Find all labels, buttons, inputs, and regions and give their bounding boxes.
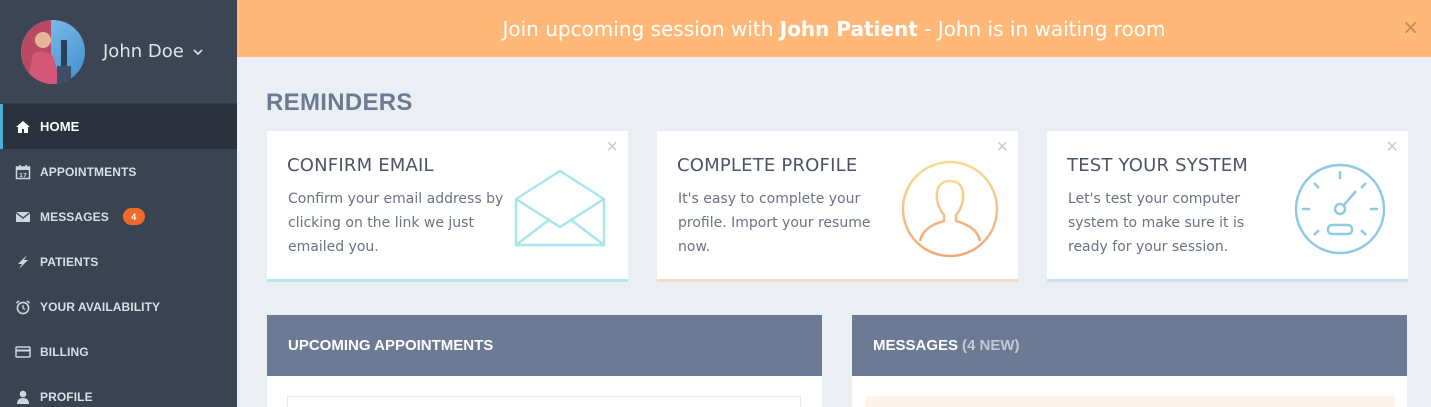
sidebar-item-patients[interactable]: PATIENTS [0,239,237,284]
upcoming-appointments-title: UPCOMING APPOINTMENTS [288,337,494,354]
user-menu[interactable]: John Doe [103,41,204,62]
close-icon[interactable]: × [1386,136,1398,159]
reminder-card-text: Confirm your email address by clicking o… [288,191,504,255]
home-icon [14,118,31,135]
user-name: John Doe [103,41,184,62]
svg-text:17: 17 [19,172,27,178]
sidebar-item-your-availability[interactable]: YOUR AVAILABILITY [0,284,237,329]
reminder-card-test-system[interactable]: TEST YOUR SYSTEM Let's test your compute… [1047,131,1408,282]
reminder-card-title: CONFIRM EMAIL [287,155,434,176]
sidebar: John Doe HOME 17 APPOINTMENTS MESSAGES 4 [0,0,237,407]
reminder-card-text: It's easy to complete your profile. Impo… [678,191,871,255]
main-content: REMINDERS CONFIRM EMAIL Confirm your ema… [237,57,1431,407]
sidebar-item-billing[interactable]: BILLING [0,329,237,374]
envelope-icon [14,208,31,225]
envelope-outline-icon [514,169,606,247]
calendar-icon: 17 [14,163,31,180]
close-icon[interactable]: × [996,136,1008,159]
speedometer-icon [1294,163,1386,255]
banner-prefix: Join upcoming session with [502,16,780,41]
messages-panel: MESSAGES (4 NEW) [852,315,1407,407]
lightning-icon [14,253,31,270]
chevron-down-icon [193,48,203,55]
close-icon[interactable]: × [606,136,618,159]
new-messages-count: (4 NEW) [962,337,1020,354]
sidebar-item-profile[interactable]: PROFILE [0,374,237,407]
sidebar-nav: HOME 17 APPOINTMENTS MESSAGES 4 PATIENTS [0,104,237,407]
banner-suffix: - John is in waiting room [917,16,1166,41]
message-list-item[interactable] [866,396,1395,407]
credit-card-icon [14,343,31,360]
person-circle-icon [901,160,999,258]
user-profile[interactable]: John Doe [0,0,237,104]
sidebar-item-label: APPOINTMENTS [40,164,137,179]
panel-body [267,376,822,407]
reminder-card-title: TEST YOUR SYSTEM [1067,155,1249,176]
banner-message: Join upcoming session with John Patient … [502,17,1165,41]
reminders-title: REMINDERS [266,89,413,116]
sidebar-item-label: MESSAGES [40,209,109,224]
sidebar-item-label: YOUR AVAILABILITY [40,299,161,314]
avatar[interactable] [21,19,85,84]
panel-header: MESSAGES (4 NEW) [852,315,1407,376]
messages-count-badge: 4 [122,208,145,225]
upcoming-appointments-panel: UPCOMING APPOINTMENTS [267,315,822,407]
sidebar-item-home[interactable]: HOME [0,104,237,149]
sidebar-item-label: BILLING [40,344,89,359]
alarm-clock-icon [14,298,31,315]
reminder-card-title: COMPLETE PROFILE [677,155,858,176]
user-icon [14,388,31,405]
banner-close-button[interactable]: × [1402,15,1419,39]
reminder-card-confirm-email[interactable]: CONFIRM EMAIL Confirm your email address… [267,131,628,282]
sidebar-item-label: PROFILE [40,389,93,404]
panel-body [852,376,1407,407]
panel-header: UPCOMING APPOINTMENTS [267,315,822,376]
sidebar-item-messages[interactable]: MESSAGES 4 [0,194,237,239]
reminder-card-complete-profile[interactable]: COMPLETE PROFILE It's easy to complete y… [657,131,1018,282]
sidebar-item-label: PATIENTS [40,254,99,269]
messages-panel-title: MESSAGES [873,337,959,354]
banner-patient-name: John Patient [779,16,918,41]
appointment-list [287,396,801,407]
reminder-card-text: Let's test your computer system to make … [1068,191,1245,255]
sidebar-item-label: HOME [40,119,80,134]
sidebar-item-appointments[interactable]: 17 APPOINTMENTS [0,149,237,194]
waiting-room-banner[interactable]: Join upcoming session with John Patient … [237,0,1431,57]
